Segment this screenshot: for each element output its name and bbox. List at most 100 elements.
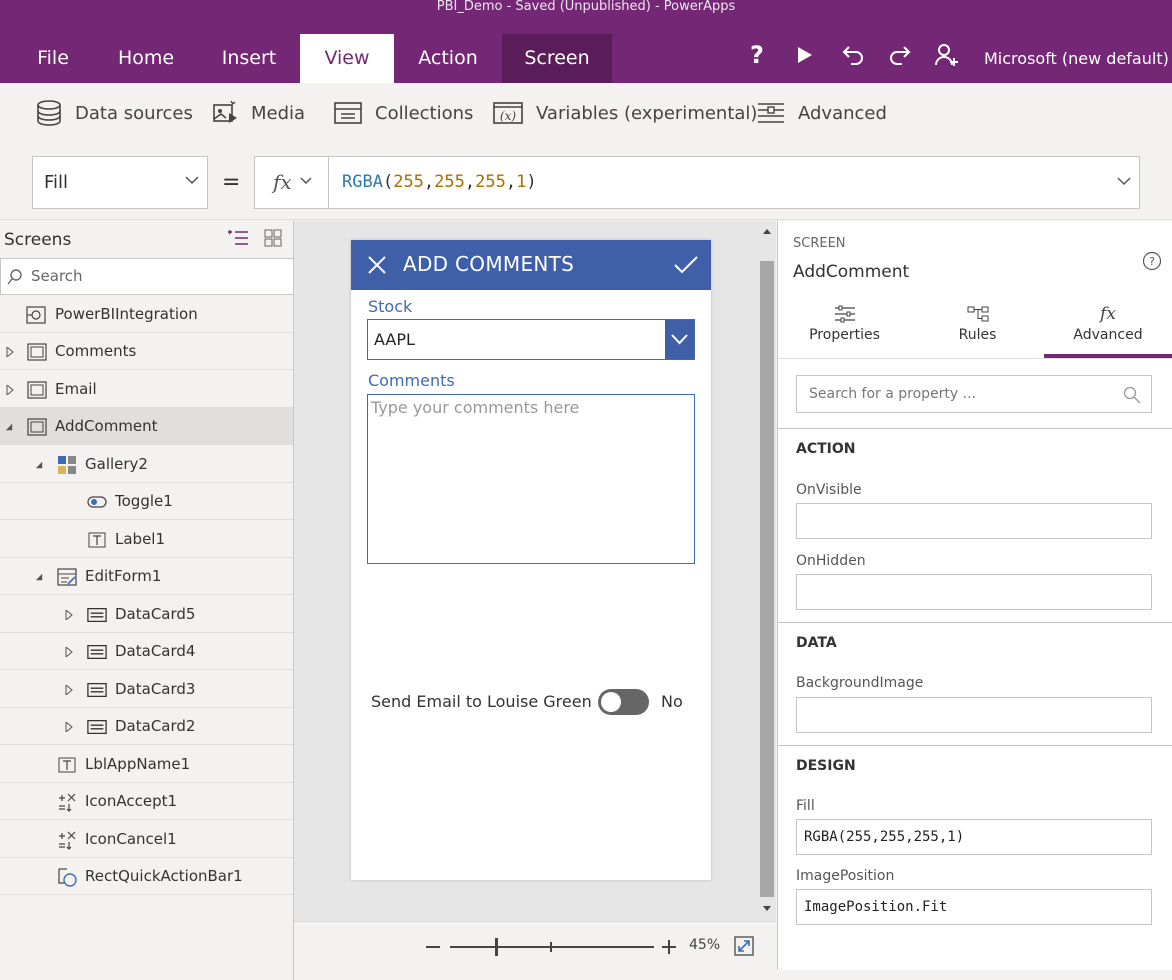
expand-arrow-icon[interactable]	[6, 347, 14, 357]
data-sources-button[interactable]: Data sources	[35, 83, 193, 143]
help-icon[interactable]: ?	[742, 40, 772, 70]
fit-to-window-icon[interactable]	[734, 936, 754, 956]
collapse-arrow-icon[interactable]	[35, 460, 43, 470]
menu-insert[interactable]: Insert	[207, 34, 291, 83]
expand-formula-icon[interactable]	[1117, 176, 1131, 186]
thumbnail-view-icon[interactable]	[264, 229, 282, 247]
tab-rules[interactable]: Rules	[911, 301, 1044, 357]
function-picker[interactable]: fx	[254, 156, 329, 209]
window-title: PBI_Demo - Saved (Unpublished) - PowerAp…	[436, 0, 736, 14]
tree-item-comments[interactable]: Comments	[0, 333, 293, 370]
expand-arrow-icon[interactable]	[65, 610, 73, 620]
tree-item-iconaccept1[interactable]: IconAccept1	[0, 783, 293, 820]
tree-search-input[interactable]: Search	[0, 258, 294, 295]
section-action: ACTION OnVisible OnHidden	[778, 428, 1172, 623]
onvisible-input[interactable]	[796, 503, 1152, 539]
collections-button[interactable]: Collections	[333, 83, 473, 143]
zoom-in-icon[interactable]	[662, 940, 676, 954]
help-circle-icon[interactable]: ?	[1142, 251, 1162, 271]
toggle-knob	[601, 692, 621, 712]
fx-icon: fx	[273, 170, 292, 194]
property-dropdown[interactable]: Fill	[32, 156, 208, 209]
tree-item-label: DataCard5	[115, 605, 196, 623]
scroll-down-icon[interactable]	[762, 905, 772, 913]
section-design-title: DESIGN	[796, 758, 856, 774]
expand-arrow-icon[interactable]	[65, 722, 73, 732]
scrollbar-thumb[interactable]	[760, 261, 774, 897]
tab-advanced-label: Advanced	[1073, 327, 1143, 343]
scroll-up-icon[interactable]	[762, 227, 772, 235]
tree-item-label: AddComment	[55, 417, 158, 435]
tree-item-label: RectQuickActionBar1	[85, 867, 243, 885]
stock-dropdown[interactable]: AAPL	[367, 319, 695, 360]
tree-item-powerbiintegration[interactable]: PowerBIIntegration	[0, 296, 293, 333]
collapse-arrow-icon[interactable]	[5, 422, 13, 432]
collections-label: Collections	[375, 102, 474, 124]
onhidden-input[interactable]	[796, 574, 1152, 610]
comments-textarea[interactable]: Type your comments here	[367, 394, 695, 564]
expand-arrow-icon[interactable]	[65, 685, 73, 695]
tree-item-datacard5[interactable]: DataCard5	[0, 596, 293, 633]
formula-arg-b: 255	[475, 172, 506, 192]
tree-item-label1[interactable]: Label1	[0, 521, 293, 558]
canvas-vertical-scrollbar[interactable]	[758, 221, 776, 921]
tree-item-datacard2[interactable]: DataCard2	[0, 708, 293, 745]
tree-item-label: DataCard2	[115, 717, 196, 735]
comments-placeholder: Type your comments here	[371, 398, 580, 417]
advanced-button[interactable]: Advanced	[756, 83, 887, 143]
tree-item-label: DataCard3	[115, 680, 196, 698]
tab-properties[interactable]: Properties	[778, 301, 911, 357]
stock-dropdown-button[interactable]	[665, 320, 694, 359]
datacard-icon	[87, 720, 107, 734]
tree-item-toggle1[interactable]: Toggle1	[0, 483, 293, 520]
tree-item-email[interactable]: Email	[0, 371, 293, 408]
tree-view-icon[interactable]	[228, 230, 248, 248]
imageposition-label: ImagePosition	[796, 868, 895, 884]
tree-item-rectquickactionbar1[interactable]: RectQuickActionBar1	[0, 858, 293, 895]
fill-input[interactable]: RGBA(255,255,255,1)	[796, 819, 1152, 855]
redo-icon[interactable]	[885, 40, 915, 70]
shape-icon	[58, 868, 77, 887]
formula-bar: Fill = fx RGBA(255,255,255,1)	[0, 143, 1172, 220]
icon-control-icon	[59, 831, 76, 850]
collapse-arrow-icon[interactable]	[35, 572, 43, 582]
menu-home[interactable]: Home	[106, 34, 186, 83]
tree-item-addcomment[interactable]: AddComment	[0, 408, 293, 445]
environment-selector[interactable]: Microsoft (new default)	[984, 34, 1169, 83]
tree-item-datacard3[interactable]: DataCard3	[0, 671, 293, 708]
tree-item-iconcancel1[interactable]: IconCancel1	[0, 821, 293, 858]
imageposition-input[interactable]: ImagePosition.Fit	[796, 889, 1152, 925]
expand-arrow-icon[interactable]	[65, 647, 73, 657]
tab-properties-label: Properties	[809, 327, 880, 343]
menu-screen[interactable]: Screen	[502, 34, 612, 83]
rules-icon	[967, 306, 988, 322]
user-add-icon[interactable]	[932, 40, 962, 70]
tree-item-datacard4[interactable]: DataCard4	[0, 633, 293, 670]
property-dropdown-value: Fill	[44, 172, 69, 193]
send-email-toggle[interactable]	[598, 689, 649, 715]
property-search-placeholder: Search for a property ...	[809, 386, 977, 402]
formula-function: RGBA	[342, 172, 383, 192]
close-icon[interactable]	[367, 255, 387, 275]
chevron-down-icon	[671, 334, 688, 345]
tree-item-lblappname1[interactable]: LblAppName1	[0, 746, 293, 783]
tree-item-gallery2[interactable]: Gallery2	[0, 446, 293, 483]
media-button[interactable]: Media	[211, 83, 305, 143]
variables-button[interactable]: (x) Variables (experimental)	[492, 83, 757, 143]
undo-icon[interactable]	[838, 40, 868, 70]
check-icon[interactable]	[674, 256, 698, 274]
backgroundimage-input[interactable]	[796, 697, 1152, 733]
tab-advanced[interactable]: fx Advanced	[1044, 301, 1172, 358]
expand-arrow-icon[interactable]	[6, 385, 14, 395]
play-icon[interactable]	[790, 40, 820, 70]
chevron-down-icon	[300, 177, 312, 185]
menu-view[interactable]: View	[300, 34, 394, 83]
menu-file[interactable]: File	[0, 34, 106, 83]
zoom-slider[interactable]	[450, 935, 654, 959]
menu-action[interactable]: Action	[403, 34, 493, 83]
tree-item-label: DataCard4	[115, 642, 196, 660]
tree-item-editform1[interactable]: EditForm1	[0, 558, 293, 595]
formula-input[interactable]: RGBA(255,255,255,1)	[328, 156, 1140, 209]
zoom-out-icon[interactable]	[426, 946, 440, 948]
property-search-input[interactable]: Search for a property ...	[796, 375, 1152, 413]
